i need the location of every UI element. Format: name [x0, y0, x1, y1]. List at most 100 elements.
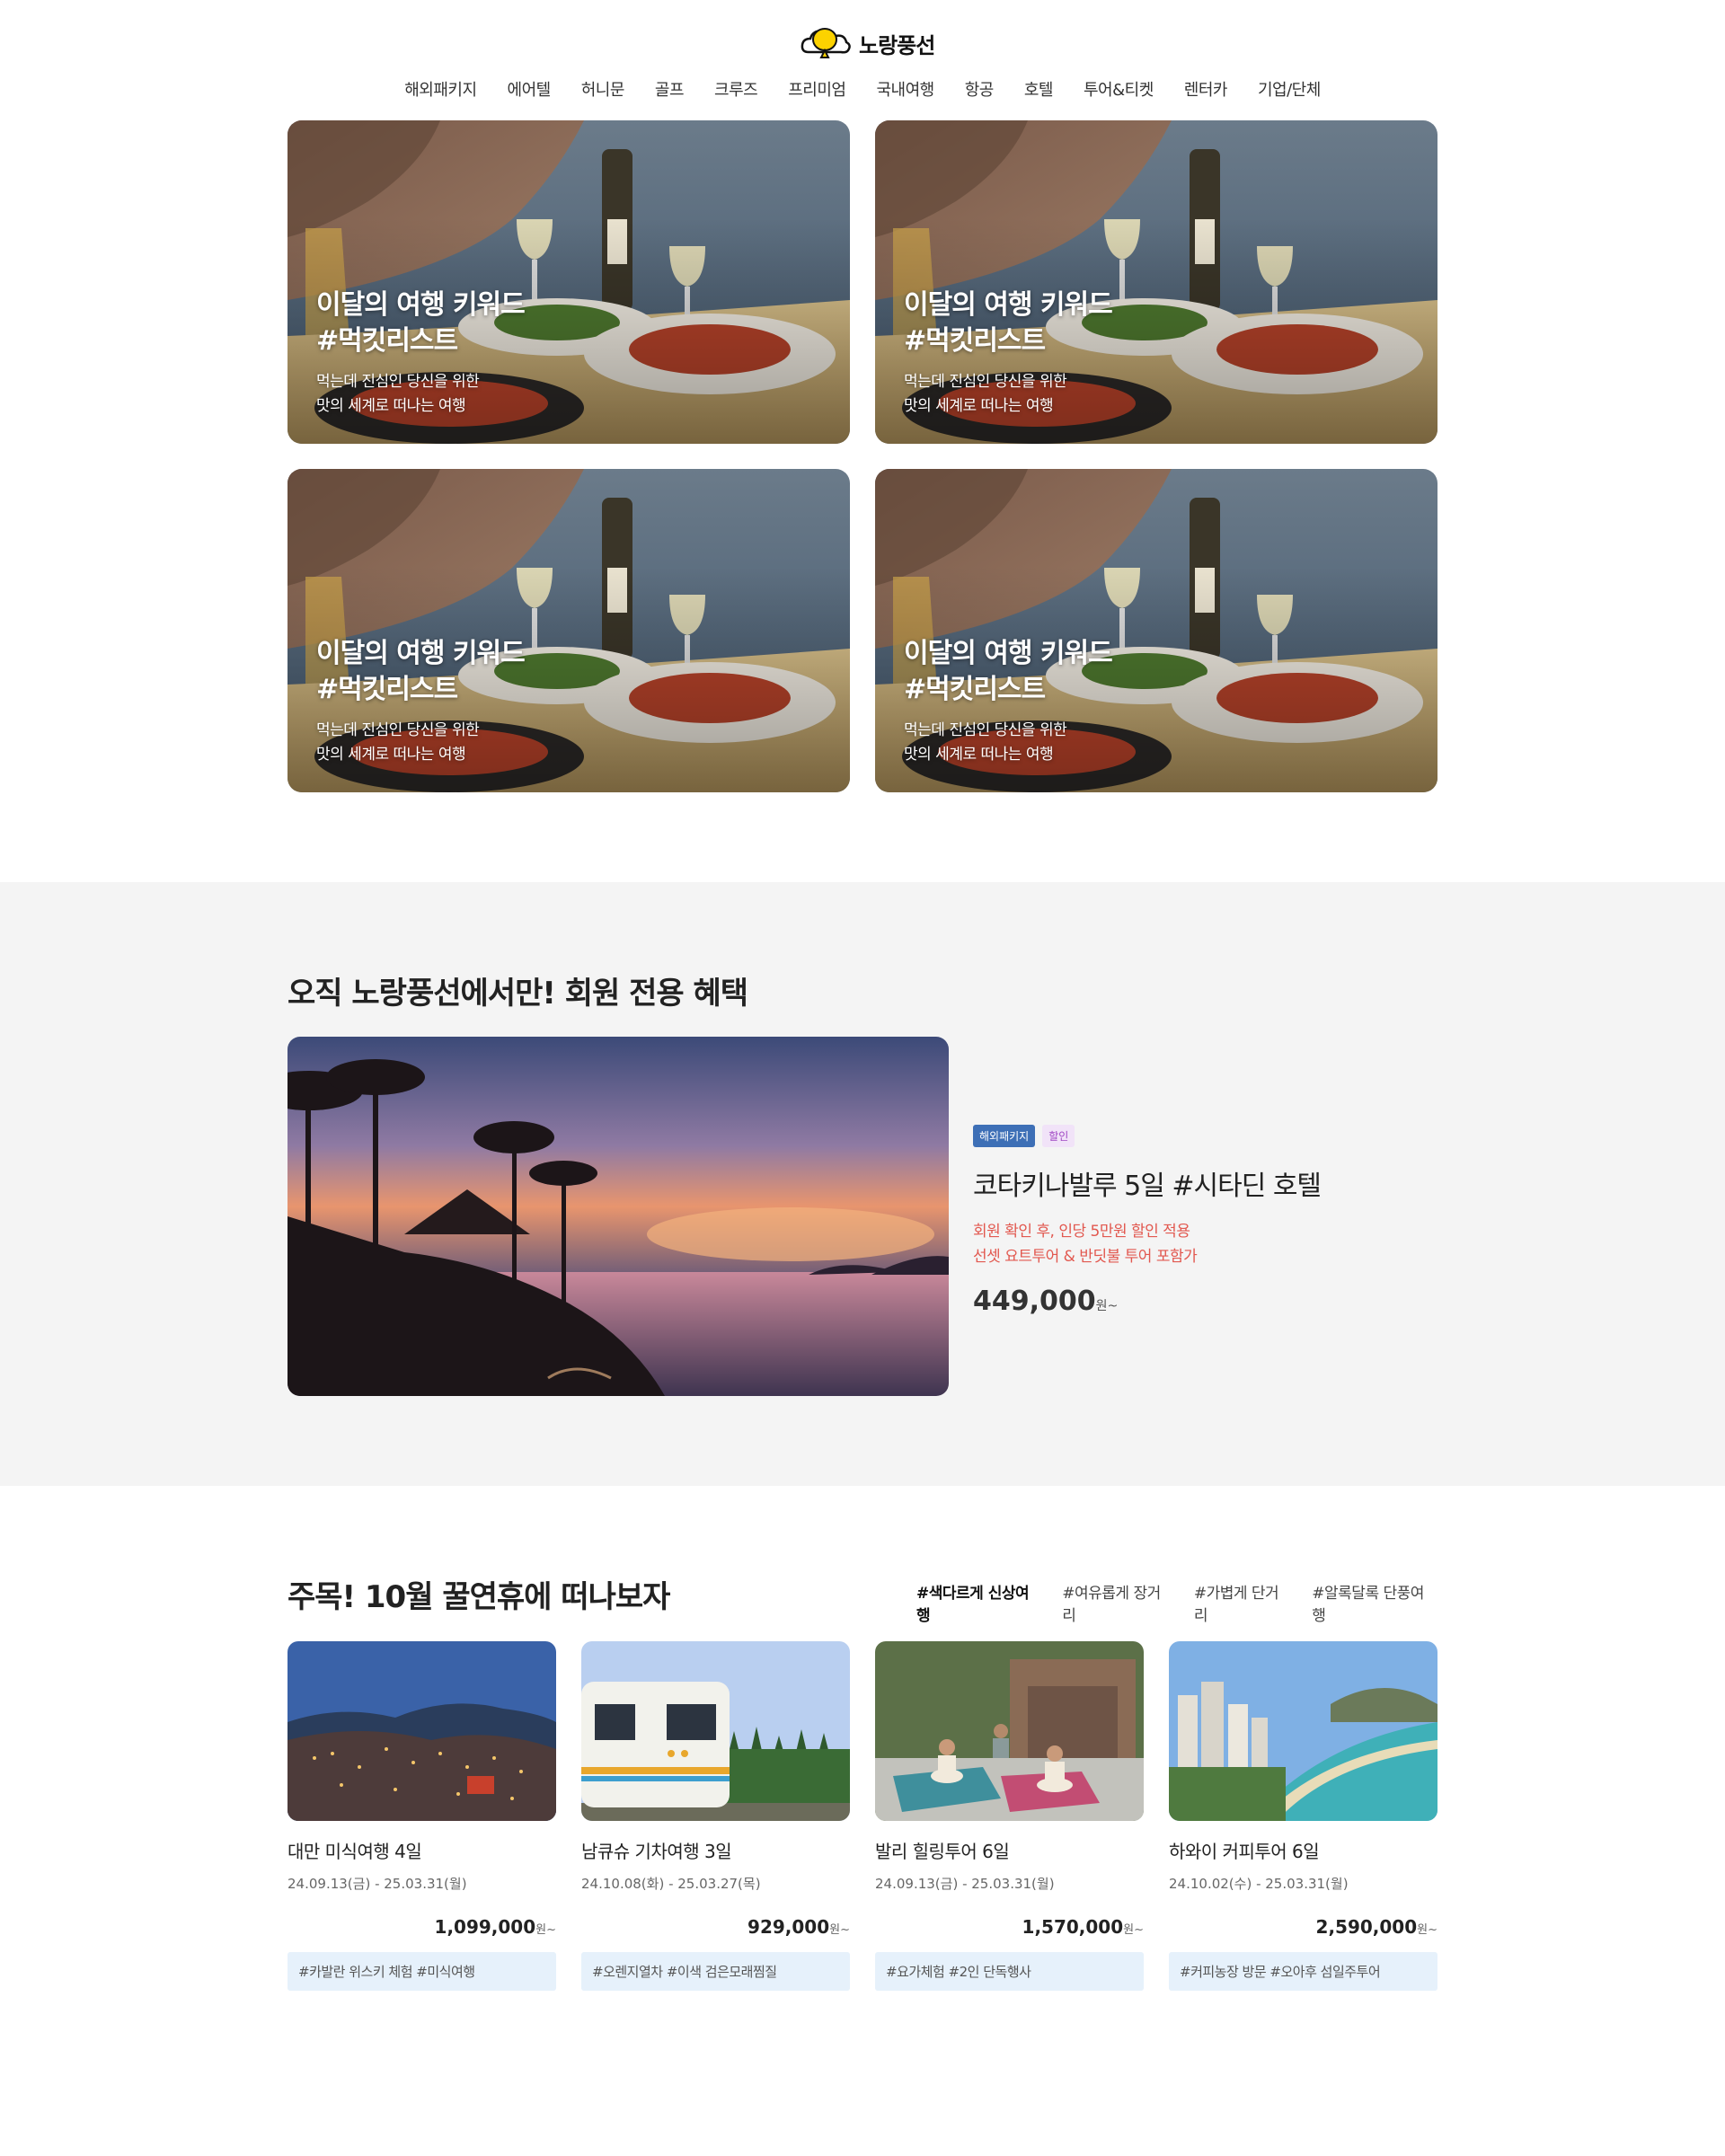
keyword-card-hashtag: #먹킷리스트 — [316, 325, 458, 357]
product-date: 24.09.13(금) - 25.03.31(월) — [875, 1876, 1055, 1892]
product-price-unit: 원~ — [1417, 1923, 1438, 1937]
nav-item-overseas-package[interactable]: 해외패키지 — [404, 74, 477, 104]
member-deal-note-1: 회원 확인 후, 인당 5만원 할인 적용 — [973, 1223, 1190, 1241]
keyword-card[interactable]: 이달의 여행 키워드 #먹킷리스트 먹는데 진심인 당신을 위한 맛의 세계로 … — [288, 120, 850, 444]
keyword-card-desc-line2: 맛의 세계로 떠나는 여행 — [904, 397, 1054, 415]
product-tags: #오렌지열차 #이색 검은모래찜질 — [581, 1952, 850, 1991]
keyword-card-hashtag: #먹킷리스트 — [904, 325, 1046, 357]
member-deal-price: 449,000원~ — [973, 1286, 1321, 1317]
keyword-card-hashtag: #먹킷리스트 — [904, 674, 1046, 705]
product-image — [875, 1641, 1144, 1821]
keyword-card-title: 이달의 여행 키워드 — [904, 638, 1113, 669]
sunset-beach-photo — [288, 1037, 949, 1396]
tag-filter-long-haul[interactable]: #여유롭게 장거리 — [1062, 1580, 1174, 1625]
brand-name: 노랑풍선 — [859, 32, 935, 58]
keyword-card[interactable]: 이달의 여행 키워드 #먹킷리스트 먹는데 진심인 당신을 위한 맛의 세계로 … — [875, 120, 1438, 444]
member-section-title: 오직 노랑풍선에서만! 회원 전용 혜택 — [288, 968, 748, 1012]
keyword-card-desc-line2: 맛의 세계로 떠나는 여행 — [316, 397, 466, 415]
member-title-bold: 회원 전용 혜택 — [564, 976, 748, 1012]
member-deal-name[interactable]: 코타키나발루 5일 #시타딘 호텔 — [973, 1163, 1322, 1203]
keyword-card-desc-line2: 맛의 세계로 떠나는 여행 — [904, 746, 1054, 764]
product-name: 대만 미식여행 4일 — [288, 1841, 422, 1862]
product-date: 24.10.08(화) - 25.03.27(목) — [581, 1876, 761, 1892]
product-price-value: 2,590,000 — [1315, 1916, 1418, 1938]
nav-item-rentacar[interactable]: 렌터카 — [1184, 74, 1228, 104]
keyword-card-text: 이달의 여행 키워드 #먹킷리스트 먹는데 진심인 당신을 위한 맛의 세계로 … — [316, 287, 526, 419]
product-tags: #커피농장 방문 #오아후 섬일주투어 — [1169, 1952, 1438, 1991]
taiwan-night-city-photo — [288, 1641, 556, 1821]
product-date: 24.10.02(수) - 25.03.31(월) — [1169, 1876, 1349, 1892]
featured-tag-filters: #색다르게 신상여행 #여유롭게 장거리 #가볍게 단거리 #알록달록 단풍여행 — [916, 1580, 1438, 1625]
product-name: 발리 힐링투어 6일 — [875, 1841, 1010, 1862]
nav-item-cruise[interactable]: 크루즈 — [714, 74, 758, 104]
keyword-card-desc: 먹는데 진심인 당신을 위한 맛의 세계로 떠나는 여행 — [904, 370, 1112, 419]
product-name: 하와이 커피투어 6일 — [1169, 1841, 1320, 1862]
keyword-card[interactable]: 이달의 여행 키워드 #먹킷리스트 먹는데 진심인 당신을 위한 맛의 세계로 … — [875, 469, 1438, 792]
hawaii-beach-photo — [1169, 1641, 1438, 1821]
keyword-card-desc: 먹는데 진심인 당신을 위한 맛의 세계로 떠나는 여행 — [316, 719, 525, 767]
product-price: 1,570,000원~ — [875, 1916, 1144, 1938]
keyword-card-text: 이달의 여행 키워드 #먹킷리스트 먹는데 진심인 당신을 위한 맛의 세계로 … — [904, 287, 1113, 419]
member-deal-info: 해외패키지 할인 코타키나발루 5일 #시타딘 호텔 회원 확인 후, 인당 5… — [973, 1125, 1322, 1317]
bali-yoga-photo — [875, 1641, 1144, 1821]
member-deal-image[interactable] — [288, 1037, 949, 1396]
featured-products: 대만 미식여행 4일 24.09.13(금) - 25.03.31(월) 1,0… — [288, 1641, 1439, 1991]
nav-item-corporate[interactable]: 기업/단체 — [1258, 74, 1321, 104]
nav-item-tour-ticket[interactable]: 투어&티켓 — [1084, 74, 1154, 104]
kyushu-train-photo — [581, 1641, 850, 1821]
product-name: 남큐슈 기차여행 3일 — [581, 1841, 732, 1862]
keyword-card[interactable]: 이달의 여행 키워드 #먹킷리스트 먹는데 진심인 당신을 위한 맛의 세계로 … — [288, 469, 850, 792]
product-price-value: 1,570,000 — [1022, 1916, 1124, 1938]
member-deal-note-2: 선셋 요트투어 & 반딧불 투어 포함가 — [973, 1248, 1198, 1266]
product-price-unit: 원~ — [1123, 1923, 1144, 1937]
keyword-card-desc: 먹는데 진심인 당신을 위한 맛의 세계로 떠나는 여행 — [316, 370, 525, 419]
product-price: 2,590,000원~ — [1169, 1916, 1438, 1938]
nav-item-hotel[interactable]: 호텔 — [1024, 74, 1054, 104]
product-image — [581, 1641, 850, 1821]
tag-filter-new[interactable]: #색다르게 신상여행 — [916, 1580, 1042, 1625]
keyword-card-desc-line1: 먹는데 진심인 당신을 위한 — [316, 373, 480, 391]
product-card[interactable]: 남큐슈 기차여행 3일 24.10.08(화) - 25.03.27(목) 92… — [581, 1641, 850, 1991]
product-price-unit: 원~ — [535, 1923, 556, 1937]
keyword-card-title: 이달의 여행 키워드 — [904, 289, 1113, 321]
keyword-card-desc-line1: 먹는데 진심인 당신을 위한 — [904, 373, 1067, 391]
keyword-card-text: 이달의 여행 키워드 #먹킷리스트 먹는데 진심인 당신을 위한 맛의 세계로 … — [904, 636, 1113, 767]
balloon-logo-icon — [801, 28, 851, 58]
nav-item-premium[interactable]: 프리미엄 — [788, 74, 846, 104]
nav-item-flight[interactable]: 항공 — [965, 74, 995, 104]
keyword-card-desc-line1: 먹는데 진심인 당신을 위한 — [904, 721, 1067, 739]
tag-filter-autumn-foliage[interactable]: #알록달록 단풍여행 — [1312, 1580, 1438, 1625]
site-header: 노랑풍선 해외패키지 에어텔 허니문 골프 크루즈 프리미엄 국내여행 항공 호… — [0, 0, 1725, 117]
nav-item-golf[interactable]: 골프 — [655, 74, 685, 104]
product-tags: #요가체험 #2인 단독행사 — [875, 1952, 1144, 1991]
product-card[interactable]: 대만 미식여행 4일 24.09.13(금) - 25.03.31(월) 1,0… — [288, 1641, 556, 1991]
keyword-grid: 이달의 여행 키워드 #먹킷리스트 먹는데 진심인 당신을 위한 맛의 세계로 … — [288, 120, 1438, 792]
member-title-light: 오직 노랑풍선에서만! — [288, 976, 556, 1012]
featured-section-title: 주목! 10월 꿀연휴에 떠나보자 — [288, 1579, 670, 1615]
product-card[interactable]: 하와이 커피투어 6일 24.10.02(수) - 25.03.31(월) 2,… — [1169, 1641, 1438, 1991]
brand-logo[interactable]: 노랑풍선 — [800, 25, 935, 61]
product-price: 1,099,000원~ — [288, 1916, 556, 1938]
nav-item-domestic[interactable]: 국내여행 — [876, 74, 934, 104]
product-image — [288, 1641, 556, 1821]
category-badge: 해외패키지 — [973, 1125, 1036, 1147]
deal-badges: 해외패키지 할인 — [973, 1125, 1321, 1147]
keyword-card-desc: 먹는데 진심인 당신을 위한 맛의 세계로 떠나는 여행 — [904, 719, 1112, 767]
keyword-card-title: 이달의 여행 키워드 — [316, 638, 526, 669]
product-price: 929,000원~ — [581, 1916, 850, 1938]
member-benefit-section: 오직 노랑풍선에서만! 회원 전용 혜택 해외패키지 할인 코타키나발루 5일 … — [0, 882, 1725, 1486]
product-card[interactable]: 발리 힐링투어 6일 24.09.13(금) - 25.03.31(월) 1,5… — [875, 1641, 1144, 1991]
product-date: 24.09.13(금) - 25.03.31(월) — [288, 1876, 467, 1892]
nav-item-honeymoon[interactable]: 허니문 — [581, 74, 625, 104]
keyword-card-text: 이달의 여행 키워드 #먹킷리스트 먹는데 진심인 당신을 위한 맛의 세계로 … — [316, 636, 526, 767]
keyword-card-title: 이달의 여행 키워드 — [316, 289, 526, 321]
discount-badge: 할인 — [1042, 1125, 1075, 1147]
tag-filter-short-haul[interactable]: #가볍게 단거리 — [1194, 1580, 1292, 1625]
keyword-card-hashtag: #먹킷리스트 — [316, 674, 458, 705]
product-image — [1169, 1641, 1438, 1821]
product-price-value: 929,000 — [748, 1916, 830, 1938]
product-tags: #카발란 위스키 체험 #미식여행 — [288, 1952, 556, 1991]
main-nav: 해외패키지 에어텔 허니문 골프 크루즈 프리미엄 국내여행 항공 호텔 투어&… — [0, 74, 1725, 104]
nav-item-airtel[interactable]: 에어텔 — [508, 74, 552, 104]
member-deal-price-value: 449,000 — [973, 1286, 1096, 1317]
